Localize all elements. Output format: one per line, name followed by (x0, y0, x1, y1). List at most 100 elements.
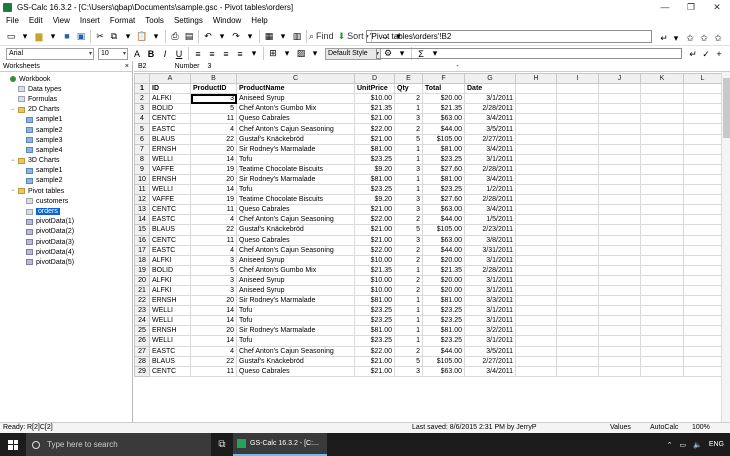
tree-item[interactable]: pivotData(1) (0, 217, 132, 227)
cell-address-box[interactable]: 'Pivot tables\orders'!B2 (366, 30, 652, 43)
cell[interactable]: $23.25 (354, 184, 395, 196)
cell[interactable]: 5 (394, 224, 423, 236)
cell[interactable] (640, 204, 684, 216)
cell[interactable] (598, 355, 641, 367)
cell[interactable]: Chef Anton's Cajun Seasoning (236, 345, 355, 357)
row-header[interactable]: 9 (134, 163, 150, 175)
cell[interactable]: 14 (190, 335, 237, 347)
row-header[interactable]: 29 (134, 365, 150, 377)
cell[interactable] (598, 254, 641, 266)
row-header[interactable]: 1 (134, 83, 150, 95)
cell[interactable]: Aniseed Syrup (236, 284, 355, 297)
cell[interactable]: $22.00 (354, 214, 395, 226)
expander-icon[interactable]: − (11, 188, 17, 194)
cell[interactable] (598, 315, 641, 327)
cell[interactable]: Chef Anton's Gumbo Mix (236, 264, 355, 276)
dropdown-icon[interactable]: ▾ (149, 29, 163, 43)
cell[interactable]: 3/1/2011 (464, 153, 516, 165)
cell[interactable] (556, 103, 599, 115)
cell[interactable]: WELLI (149, 305, 191, 317)
row-header[interactable]: 10 (134, 173, 150, 186)
cell[interactable] (556, 305, 599, 317)
cell[interactable]: WELLI (149, 153, 191, 165)
cell[interactable]: 1 (394, 315, 423, 327)
cell[interactable] (556, 284, 599, 297)
cell[interactable] (683, 335, 722, 347)
cell[interactable]: Sir Rodney's Marmalade (236, 325, 355, 337)
cell[interactable] (598, 234, 641, 246)
cell[interactable]: 3 (394, 163, 423, 175)
font-size-select[interactable]: 10 ▾ (98, 47, 128, 60)
cell[interactable]: 20 (190, 173, 237, 186)
cell[interactable] (556, 204, 599, 216)
cell[interactable]: $23.25 (354, 315, 395, 327)
cell[interactable]: 1 (394, 305, 423, 317)
menu-tools[interactable]: Tools (140, 16, 169, 25)
cell[interactable] (683, 83, 722, 95)
cell[interactable]: Teatime Chocolate Biscuits (236, 194, 355, 206)
text-color-icon[interactable]: A (130, 47, 144, 61)
cell[interactable]: 4 (190, 214, 237, 226)
cell[interactable] (640, 83, 684, 95)
volume-icon[interactable]: 🔈 (693, 441, 702, 449)
tree-item[interactable]: Workbook (0, 74, 132, 84)
cell[interactable]: UnitPrice (354, 83, 395, 95)
cell[interactable]: ALFKI (149, 274, 191, 286)
table-icon[interactable]: ▦ (262, 29, 276, 43)
row-header[interactable]: 5 (134, 123, 150, 135)
cell[interactable] (556, 264, 599, 276)
cell[interactable] (515, 163, 557, 175)
cell[interactable]: $10.00 (354, 284, 395, 297)
cell[interactable]: $21.35 (422, 264, 465, 276)
bold-icon[interactable]: B (144, 47, 158, 61)
cell[interactable]: ALFKI (149, 93, 191, 105)
cell[interactable]: 5 (394, 355, 423, 367)
cell[interactable]: CENTC (149, 113, 191, 125)
cell[interactable] (515, 123, 557, 135)
cell[interactable] (598, 345, 641, 357)
cell[interactable]: Qty (394, 83, 423, 95)
cell[interactable]: $63.00 (422, 365, 465, 377)
cell[interactable]: 2/28/2011 (464, 163, 516, 175)
cell[interactable]: 5 (190, 103, 237, 115)
cell[interactable] (683, 113, 722, 125)
print-preview-icon[interactable]: ▤ (182, 29, 196, 43)
row-header[interactable]: 12 (134, 194, 150, 206)
cell[interactable] (683, 284, 722, 297)
cell[interactable]: 14 (190, 305, 237, 317)
cell[interactable]: $44.00 (422, 244, 465, 256)
dropdown-icon[interactable]: ▾ (276, 29, 290, 43)
cell[interactable]: $23.25 (354, 153, 395, 165)
underline-icon[interactable]: U (172, 47, 186, 61)
cell[interactable] (598, 214, 641, 226)
cell[interactable]: 1 (394, 143, 423, 155)
cell[interactable]: Sir Rodney's Marmalade (236, 173, 355, 186)
task-view-icon[interactable]: ⧉ (211, 433, 233, 456)
cell[interactable] (640, 244, 684, 256)
expander-icon[interactable]: − (11, 107, 17, 113)
cell[interactable]: Tofu (236, 315, 355, 327)
cell[interactable]: $27.60 (422, 194, 465, 206)
close-icon[interactable]: ✕ (704, 0, 730, 14)
cell[interactable]: VAFFE (149, 163, 191, 175)
cell[interactable]: $20.00 (422, 254, 465, 266)
cell[interactable]: 2 (394, 345, 423, 357)
cell[interactable]: Teatime Chocolate Biscuits (236, 163, 355, 175)
dropdown-icon[interactable]: ▾ (669, 31, 683, 45)
menu-file[interactable]: File (0, 16, 24, 25)
cell[interactable] (640, 365, 684, 377)
column-header[interactable]: J (598, 72, 641, 85)
cell[interactable]: $21.35 (354, 264, 395, 276)
menu-edit[interactable]: Edit (24, 16, 48, 25)
cell[interactable]: 3 (394, 365, 423, 377)
tree-item[interactable]: sample4 (0, 145, 132, 155)
row-header[interactable]: 7 (134, 143, 150, 155)
paste-icon[interactable]: 📋 (135, 29, 149, 43)
tree-item[interactable]: pivotData(2) (0, 227, 132, 237)
cell[interactable]: 1/5/2011 (464, 214, 516, 226)
cell[interactable]: $23.25 (422, 335, 465, 347)
dropdown-icon[interactable]: ▾ (280, 47, 294, 61)
cell[interactable]: $81.00 (354, 295, 395, 307)
cell[interactable]: EASTC (149, 345, 191, 357)
start-button[interactable] (0, 433, 26, 456)
